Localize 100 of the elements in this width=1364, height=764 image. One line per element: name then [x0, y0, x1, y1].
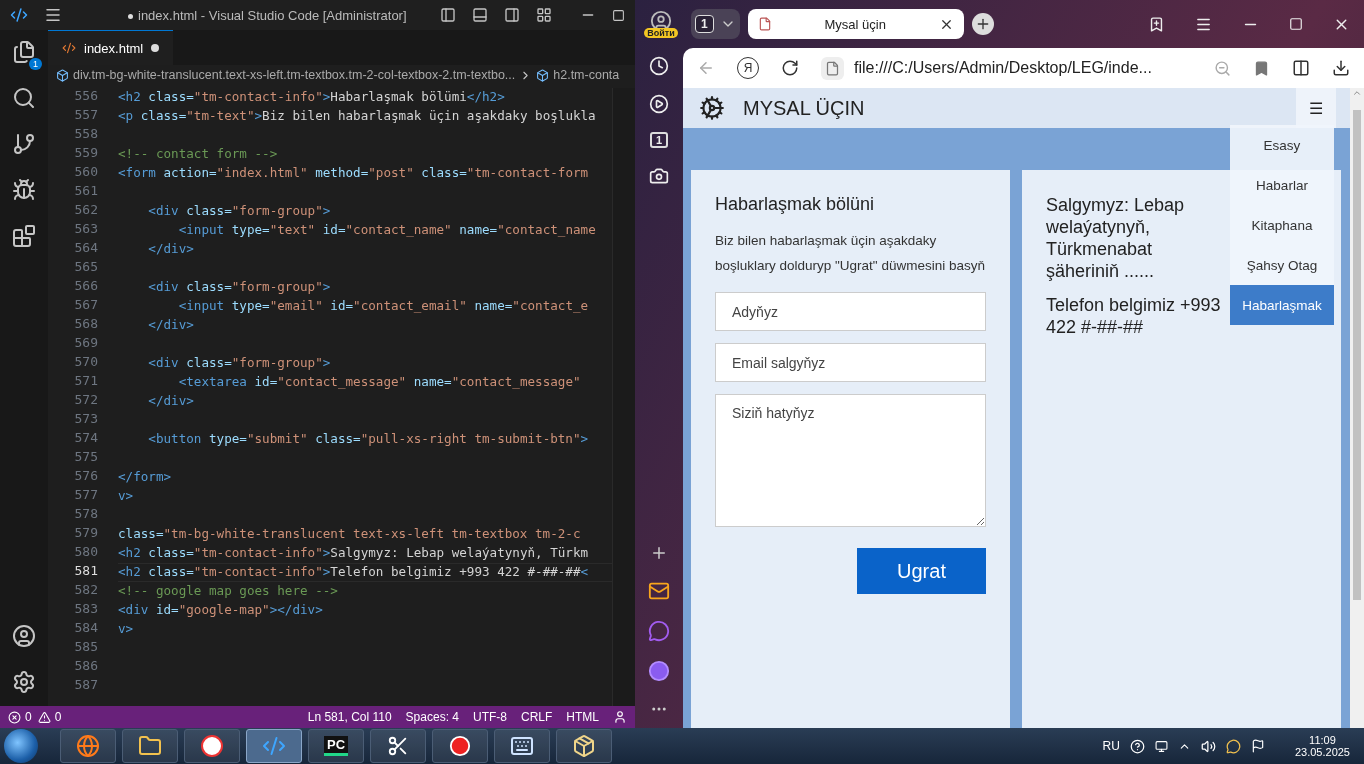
- chat-icon[interactable]: [1225, 738, 1241, 754]
- menu-item[interactable]: Şahsy Otag: [1230, 245, 1334, 285]
- code-line: <h2 class="tm-contact-info">Salgymyz: Lebap welaýatynyň, Türkm: [118, 545, 589, 562]
- panel-left-icon[interactable]: [440, 7, 456, 23]
- submit-button[interactable]: Ugrat: [857, 548, 986, 594]
- taskbar-app[interactable]: [432, 729, 488, 763]
- menu-item[interactable]: Habarlar: [1230, 165, 1334, 205]
- taskbar-app[interactable]: [122, 729, 178, 763]
- taskbar-app[interactable]: [370, 729, 426, 763]
- columns-icon[interactable]: [1292, 59, 1310, 77]
- breadcrumb-item[interactable]: div.tm-bg-white-translucent.text-xs-left.tm-textbox.tm-2-col-textbox-2.tm-textbo...: [73, 68, 516, 82]
- taskbar-app[interactable]: [556, 729, 612, 763]
- message-field[interactable]: Siziň hatyňyz: [715, 394, 986, 527]
- code-line: v>: [118, 488, 134, 505]
- branch-icon[interactable]: [12, 132, 36, 156]
- code-line: class="tm-bg-white-translucent text-xs-left tm-textbox tm-2-c: [118, 526, 581, 543]
- layout-icon[interactable]: [536, 7, 552, 23]
- code-line: <input type="text" id="contact_name" name="contact_name: [177, 222, 596, 239]
- status-item[interactable]: UTF-8: [473, 710, 507, 724]
- line-number: 575: [73, 449, 99, 466]
- menu-button[interactable]: ☰: [1296, 88, 1336, 128]
- code-line: v>: [118, 621, 134, 638]
- person-icon[interactable]: [613, 710, 627, 724]
- taskbar-app[interactable]: PC: [308, 729, 364, 763]
- language-indicator[interactable]: RU: [1102, 739, 1120, 753]
- play-icon[interactable]: [649, 94, 669, 114]
- login-button[interactable]: Войти: [644, 28, 678, 38]
- bookmarks-icon[interactable]: [1148, 15, 1165, 33]
- bug-icon[interactable]: [12, 178, 36, 202]
- code-line: <form action="index.html" method="post" class="tm-contact-form: [118, 165, 589, 182]
- menu-icon[interactable]: [44, 6, 62, 24]
- code-icon: [62, 41, 76, 55]
- chat-icon[interactable]: [648, 620, 670, 642]
- maximize-icon[interactable]: [612, 8, 625, 22]
- contact-info: Telefon belgimiz +993 422 #-##-##: [1046, 294, 1222, 338]
- blocks-icon[interactable]: [12, 224, 36, 248]
- menu-item[interactable]: Habarlaşmak: [1230, 285, 1334, 325]
- code-line: <!-- google map goes here -->: [118, 583, 338, 600]
- address-field[interactable]: file:///C:/Users/Admin/Desktop/LEG/inde...: [854, 59, 1192, 77]
- tab-count[interactable]: 1: [649, 132, 669, 148]
- new-tab-button[interactable]: [971, 13, 994, 35]
- line-number: 563: [73, 221, 99, 238]
- code-line: <input type="email" id="contact_email" name="contact_e: [177, 298, 589, 315]
- bookmark-icon[interactable]: [1253, 59, 1270, 77]
- account-icon[interactable]: [12, 624, 36, 648]
- input-field[interactable]: Adyňyz: [715, 292, 986, 331]
- circle-icon[interactable]: [648, 660, 670, 682]
- status-item[interactable]: Ln 581, Col 110: [307, 710, 392, 724]
- code-line: <h2 class="tm-contact-info">Telefon belgimiz +993 422 #-##-##<: [118, 564, 589, 581]
- volume-icon[interactable]: [1200, 738, 1216, 754]
- add-icon[interactable]: [650, 544, 668, 562]
- download-icon[interactable]: [1332, 59, 1350, 77]
- package-icon: [572, 734, 596, 758]
- monitor-icon[interactable]: [1154, 739, 1168, 753]
- start-button[interactable]: [4, 729, 38, 763]
- error-count[interactable]: 0: [25, 710, 32, 724]
- status-item[interactable]: HTML: [566, 710, 599, 724]
- camera-icon[interactable]: [649, 166, 669, 186]
- scrollbar[interactable]: [1350, 88, 1364, 728]
- search-icon[interactable]: [12, 86, 36, 110]
- taskbar-app[interactable]: [184, 729, 240, 763]
- code-line: <p class="tm-text">Biz bilen habarlaşmak üçin aşakdaky boşlukla: [118, 108, 596, 125]
- line-number: 566: [73, 278, 99, 295]
- flag-icon[interactable]: [1250, 739, 1265, 753]
- settings-icon[interactable]: [12, 670, 36, 694]
- menu-item[interactable]: Esasy: [1230, 125, 1334, 165]
- panel-right-icon[interactable]: [504, 7, 520, 23]
- status-item[interactable]: CRLF: [521, 710, 553, 724]
- box-icon: [56, 68, 69, 82]
- warning-count[interactable]: 0: [54, 710, 62, 724]
- code-line: <button type="submit" class="pull-xs-right tm-submit-btn">: [147, 431, 589, 448]
- browser-tab[interactable]: Mysal üçin: [747, 9, 964, 39]
- reload-icon[interactable]: [781, 59, 799, 77]
- input-field[interactable]: Email salgyňyz: [715, 343, 986, 382]
- line-number: 587: [73, 677, 99, 694]
- folder-icon: [138, 734, 162, 758]
- file-icon: [757, 17, 772, 31]
- clock-date[interactable]: 23.05.2025: [1294, 746, 1350, 758]
- line-number: 556: [73, 88, 99, 105]
- line-number: 571: [73, 373, 99, 390]
- notification-badge: 1: [29, 58, 42, 70]
- clock-time[interactable]: 11:09: [1309, 734, 1336, 746]
- mail-icon[interactable]: [648, 580, 670, 602]
- help-icon[interactable]: [1129, 738, 1145, 754]
- breadcrumb-item[interactable]: h2.tm-conta: [553, 68, 620, 82]
- code-line: <div class="form-group">: [147, 203, 331, 220]
- line-number: 580: [73, 544, 99, 561]
- code-line: </div>: [147, 241, 194, 258]
- window-title: index.html - Visual Studio Code [Administrator]: [128, 7, 424, 23]
- line-number: 579: [73, 525, 99, 542]
- line-number: 558: [73, 126, 99, 143]
- menu-item[interactable]: Kitaphana: [1230, 205, 1334, 245]
- tab-count[interactable]: 1: [695, 15, 714, 33]
- status-item[interactable]: Spaces: 4: [405, 710, 459, 724]
- panel-bottom-icon[interactable]: [472, 7, 488, 23]
- warning-icon: [37, 710, 51, 724]
- taskbar-app[interactable]: [494, 729, 550, 763]
- editor-tab[interactable]: index.html: [48, 30, 174, 65]
- code-line: </div>: [147, 317, 194, 334]
- clock-icon[interactable]: [649, 56, 669, 76]
